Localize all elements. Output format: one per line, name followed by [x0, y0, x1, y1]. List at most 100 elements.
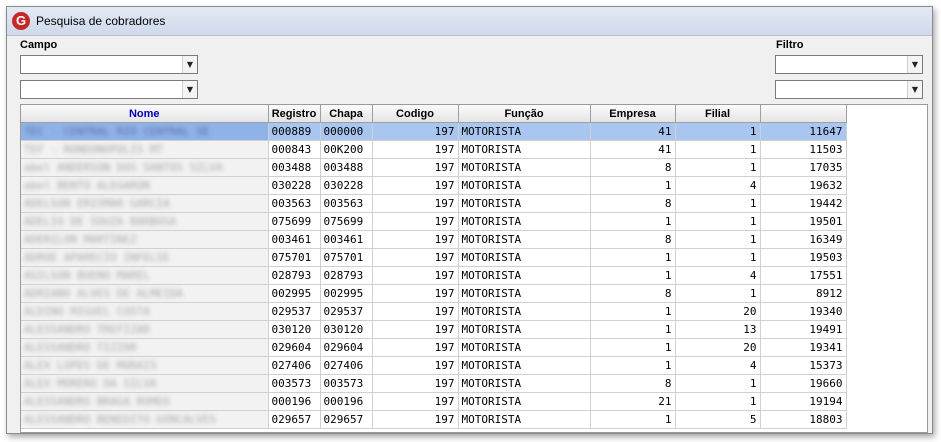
cell-extra[interactable]: 19340 — [760, 302, 847, 321]
table-row[interactable]: ALESSANDRO BRAGA ROMEO 000196 000196 197 MOT… — [21, 392, 847, 411]
chevron-down-icon[interactable]: ▼ — [182, 81, 197, 98]
campo-select-1[interactable]: ▼ — [20, 55, 198, 74]
table-row[interactable]: ADELIO DE SOUZA BARBOSA 075699 075699 197 MO… — [21, 212, 847, 231]
chevron-down-icon[interactable]: ▼ — [907, 81, 922, 98]
cell-empresa[interactable]: 1 — [590, 320, 676, 339]
cell-filial[interactable]: 5 — [675, 410, 761, 429]
cell-nome[interactable]: AGILSON BUENO MAREL — [21, 266, 269, 285]
table-row[interactable]: abel ANDERSON DOS SANTOS SILVA 003488 0034… — [21, 158, 847, 177]
cell-empresa[interactable]: 1 — [590, 410, 676, 429]
cell-chapa[interactable]: 028793 — [320, 266, 373, 285]
column-header-nome[interactable]: Nome — [21, 105, 269, 123]
cell-funcao[interactable]: MOTORISTA — [458, 122, 591, 141]
cell-codigo[interactable]: 197 — [372, 356, 459, 375]
cell-chapa[interactable]: 003461 — [320, 230, 373, 249]
cell-extra[interactable]: 19442 — [760, 194, 847, 213]
cell-extra[interactable]: 15373 — [760, 356, 847, 375]
cell-filial[interactable]: 1 — [675, 392, 761, 411]
table-row[interactable]: TEF - RONDONOPOLIS MT 000843 00K200 197 MOTO… — [21, 140, 847, 159]
cell-extra[interactable]: 19632 — [760, 176, 847, 195]
cell-codigo[interactable]: 197 — [372, 374, 459, 393]
cell-registro[interactable]: 075701 — [268, 248, 321, 267]
table-row[interactable]: ALDINO MIGUEL COSTA 029537 029537 197 MOTORI… — [21, 302, 847, 321]
cell-nome[interactable]: abel BENTO ALEGARON — [21, 176, 269, 195]
cell-empresa[interactable]: 1 — [590, 338, 676, 357]
cell-filial[interactable]: 1 — [675, 374, 761, 393]
cell-registro[interactable]: 003461 — [268, 230, 321, 249]
column-header-registro[interactable]: Registro — [268, 105, 321, 123]
cell-extra[interactable]: 17035 — [760, 158, 847, 177]
cell-nome[interactable]: abel ANDERSON DOS SANTOS SILVA — [21, 158, 269, 177]
table-row[interactable]: ADERILON MARTINEZ 003461 003461 197 MOTORIST… — [21, 230, 847, 249]
cell-filial[interactable]: 20 — [675, 302, 761, 321]
cell-empresa[interactable]: 41 — [590, 140, 676, 159]
cell-registro[interactable]: 027406 — [268, 356, 321, 375]
table-row[interactable]: ALEX MORERO DA SILVA 003573 003573 197 MOTOR… — [21, 374, 847, 393]
column-header-funcao[interactable]: Função — [458, 105, 591, 123]
cell-funcao[interactable]: MOTORISTA — [458, 176, 591, 195]
table-row[interactable]: ALESSANDRO BENEDITO GONCALVES 029657 02965… — [21, 410, 847, 429]
cell-codigo[interactable]: 197 — [372, 176, 459, 195]
chevron-down-icon[interactable]: ▼ — [907, 56, 922, 73]
cell-funcao[interactable]: MOTORISTA — [458, 410, 591, 429]
cell-funcao[interactable]: MOTORISTA — [458, 266, 591, 285]
cell-empresa[interactable]: 1 — [590, 266, 676, 285]
cell-nome[interactable]: ADELIO DE SOUZA BARBOSA — [21, 212, 269, 231]
cell-filial[interactable]: 1 — [675, 140, 761, 159]
filtro-select-1[interactable]: ▼ — [775, 55, 923, 74]
cell-chapa[interactable]: 003573 — [320, 374, 373, 393]
cell-extra[interactable]: 19501 — [760, 212, 847, 231]
cell-empresa[interactable]: 8 — [590, 194, 676, 213]
cell-nome[interactable]: ALESSANDRO BRAGA ROMEO — [21, 392, 269, 411]
cell-chapa[interactable]: 003488 — [320, 158, 373, 177]
cell-extra[interactable]: 16349 — [760, 230, 847, 249]
cell-funcao[interactable]: MOTORISTA — [458, 212, 591, 231]
cell-filial[interactable]: 1 — [675, 230, 761, 249]
cell-codigo[interactable]: 197 — [372, 410, 459, 429]
cell-registro[interactable]: 003573 — [268, 374, 321, 393]
cell-chapa[interactable]: 000196 — [320, 392, 373, 411]
cell-registro[interactable]: 028793 — [268, 266, 321, 285]
cell-chapa[interactable]: 029657 — [320, 410, 373, 429]
cell-registro[interactable]: 075699 — [268, 212, 321, 231]
cell-nome[interactable]: ADRIANO ALVES DE ALMEIDA — [21, 284, 269, 303]
cell-funcao[interactable]: MOTORISTA — [458, 158, 591, 177]
cell-funcao[interactable]: MOTORISTA — [458, 374, 591, 393]
cell-funcao[interactable]: MOTORISTA — [458, 248, 591, 267]
cell-filial[interactable]: 4 — [675, 356, 761, 375]
table-row[interactable]: TEC - CENTRAL RIO CENTRAL SE 000889 000000… — [21, 122, 847, 141]
cell-funcao[interactable]: MOTORISTA — [458, 392, 591, 411]
cell-funcao[interactable]: MOTORISTA — [458, 284, 591, 303]
table-row[interactable]: AGILSON BUENO MAREL 028793 028793 197 MOTORI… — [21, 266, 847, 285]
cell-extra[interactable]: 19194 — [760, 392, 847, 411]
cell-codigo[interactable]: 197 — [372, 320, 459, 339]
cell-nome[interactable]: ADERILON MARTINEZ — [21, 230, 269, 249]
cell-filial[interactable]: 1 — [675, 212, 761, 231]
column-header-empresa[interactable]: Empresa — [590, 105, 676, 123]
cell-codigo[interactable]: 197 — [372, 338, 459, 357]
cell-extra[interactable]: 18803 — [760, 410, 847, 429]
cell-chapa[interactable]: 002995 — [320, 284, 373, 303]
cell-codigo[interactable]: 197 — [372, 194, 459, 213]
cell-registro[interactable]: 000843 — [268, 140, 321, 159]
cell-extra[interactable]: 17551 — [760, 266, 847, 285]
cell-funcao[interactable]: MOTORISTA — [458, 194, 591, 213]
filtro-select-2[interactable]: ▼ — [775, 80, 923, 99]
cell-registro[interactable]: 000889 — [268, 122, 321, 141]
table-row[interactable]: ALESSANDRO TIZZAR 029604 029604 197 MOTORIST… — [21, 338, 847, 357]
table-row[interactable]: abel BENTO ALEGARON 030228 030228 197 MOTORI… — [21, 176, 847, 195]
cell-filial[interactable]: 4 — [675, 266, 761, 285]
cell-extra[interactable]: 19503 — [760, 248, 847, 267]
cell-empresa[interactable]: 1 — [590, 176, 676, 195]
cell-codigo[interactable]: 197 — [372, 158, 459, 177]
cell-nome[interactable]: ADELSON ERISMAR GARCIA — [21, 194, 269, 213]
cell-codigo[interactable]: 197 — [372, 248, 459, 267]
cell-funcao[interactable]: MOTORISTA — [458, 338, 591, 357]
cell-nome[interactable]: TEF - RONDONOPOLIS MT — [21, 140, 269, 159]
column-header-codigo[interactable]: Codigo — [372, 105, 459, 123]
cell-codigo[interactable]: 197 — [372, 266, 459, 285]
cell-filial[interactable]: 1 — [675, 248, 761, 267]
cell-nome[interactable]: ALDINO MIGUEL COSTA — [21, 302, 269, 321]
cell-chapa[interactable]: 029537 — [320, 302, 373, 321]
column-header-extra[interactable] — [760, 105, 847, 123]
